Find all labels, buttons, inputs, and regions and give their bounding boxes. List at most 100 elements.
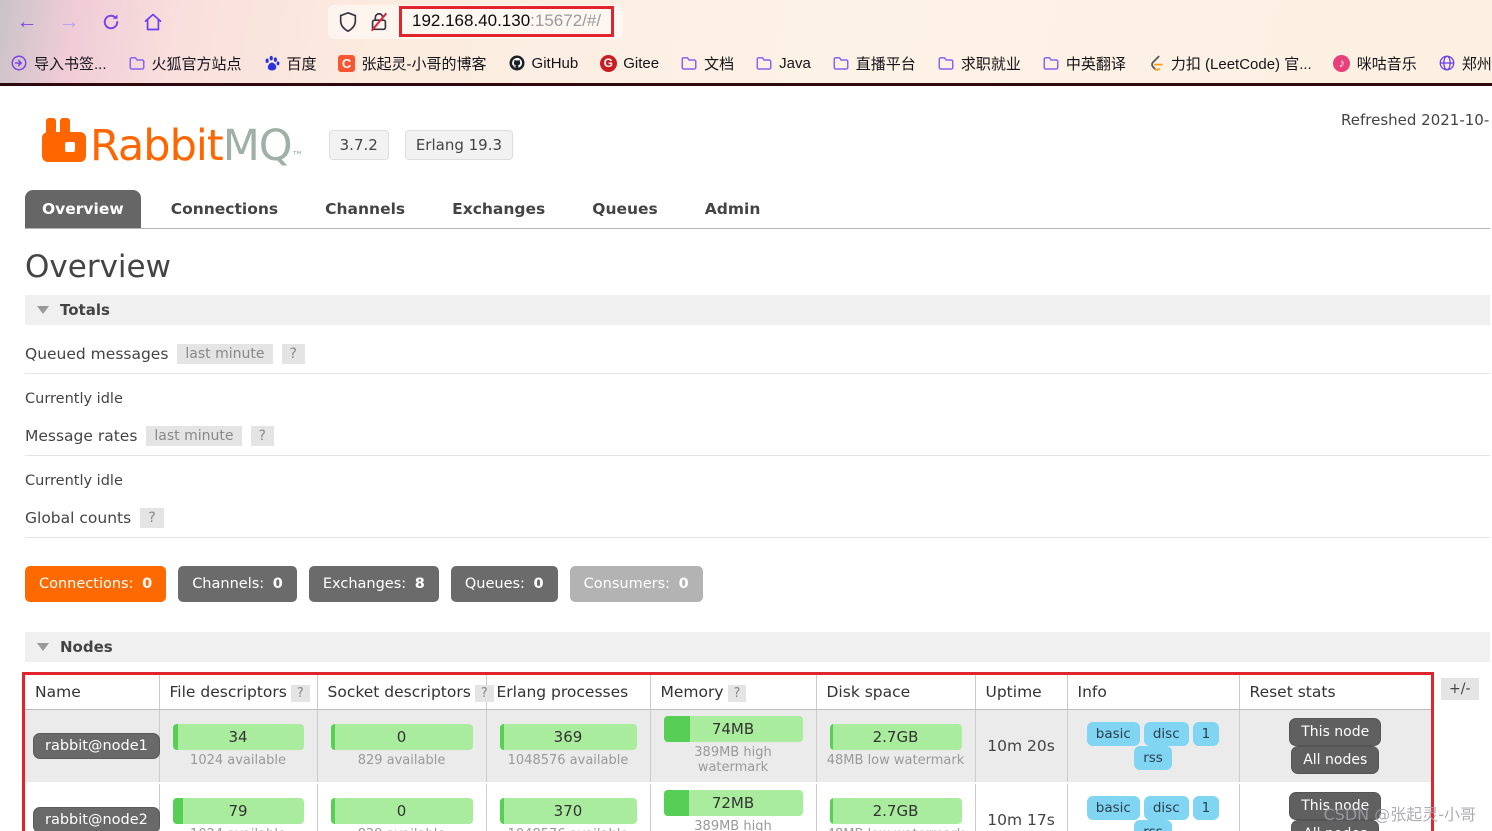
info-cell: basicdisc1 rss [1067, 709, 1240, 784]
rabbitmq-wordmark[interactable]: RabbitMQ™ [90, 125, 304, 168]
folder-icon [128, 54, 146, 72]
meter-value: 2.7GB [872, 801, 919, 820]
rabbitmq-logo-icon [42, 118, 86, 162]
collapse-triangle-icon [37, 306, 49, 314]
reload-icon[interactable] [96, 7, 126, 37]
bookmark-item[interactable]: 火狐官方站点 [128, 53, 242, 74]
socket-descriptors-meter: 0 [330, 797, 473, 824]
meter-subtext: 1024 available [168, 827, 309, 831]
bookmark-item[interactable]: 百度 [263, 53, 317, 74]
meter-subtext: 389MB high watermark [694, 745, 772, 775]
tab-connections[interactable]: Connections [154, 190, 295, 228]
reset-this-node-button[interactable]: This node [1289, 717, 1382, 746]
bookmark-item[interactable]: Java [755, 54, 811, 72]
url-annotation-box: 192.168.40.130:15672/#/ [399, 6, 615, 37]
global-counts-stats: Connections: 0 Channels: 0 Exchanges: 8 … [25, 566, 1492, 602]
help-icon[interactable]: ? [290, 685, 310, 702]
queued-rate-mode-badge[interactable]: last minute [177, 344, 273, 364]
meter-subtext: 389MB high watermark [694, 819, 772, 831]
node-name-pill[interactable]: rabbit@node2 [33, 806, 160, 831]
info-badge-disc[interactable]: disc [1143, 721, 1189, 746]
info-badge-1[interactable]: 1 [1192, 721, 1220, 746]
tab-admin[interactable]: Admin [688, 190, 778, 228]
socket-descriptors-cell: 0 829 available [317, 783, 487, 831]
help-icon[interactable]: ? [727, 685, 747, 702]
socket-descriptors-cell: 0 829 available [317, 709, 487, 784]
reset-all-nodes-button[interactable]: All nodes [1291, 745, 1380, 774]
tab-channels[interactable]: Channels [308, 190, 422, 228]
columns-plus-minus-button[interactable]: +/- [1441, 678, 1479, 700]
meter-value: 369 [553, 727, 583, 746]
folder-icon [1042, 54, 1060, 72]
info-badge-rss[interactable]: rss [1134, 745, 1172, 770]
rabbitmq-version-badge: 3.7.2 [328, 130, 389, 160]
bookmark-item[interactable]: 郑州升达经贸 [1438, 53, 1492, 74]
bookmark-item[interactable]: G Gitee [599, 54, 659, 72]
memory-cell: 74MB 389MB high watermark [650, 709, 817, 784]
rates-rate-mode-badge[interactable]: last minute [146, 426, 242, 446]
bookmark-item[interactable]: C 张起灵-小哥的博客 [338, 53, 487, 74]
meter-subtext: 1024 available [190, 752, 286, 768]
file-descriptors-meter: 34 [172, 723, 304, 750]
socket-descriptors-meter: 0 [330, 723, 473, 750]
tab-queues[interactable]: Queues [575, 190, 675, 228]
bookmark-item[interactable]: ♪ 咪咕音乐 [1333, 53, 1417, 74]
version-badges: 3.7.2 Erlang 19.3 [328, 130, 514, 160]
nodes-section-header[interactable]: Nodes [25, 632, 1490, 662]
global-counts-label: Global counts [25, 509, 132, 527]
node-name-cell: rabbit@node1 [25, 709, 160, 784]
queued-help-icon[interactable]: ? [281, 344, 305, 364]
info-badge-basic[interactable]: basic [1086, 795, 1140, 820]
import-bookmarks-icon [10, 54, 28, 72]
meter-subtext: 1048576 available [495, 827, 642, 831]
bookmark-label: 中英翻译 [1065, 55, 1126, 73]
help-icon[interactable]: ? [474, 685, 494, 702]
bookmark-item[interactable]: 力扣 (LeetCode) 官... [1147, 53, 1312, 74]
meter-subtext: 1048576 available [507, 752, 629, 768]
bookmark-label: 张起灵-小哥的博客 [361, 55, 487, 73]
meter-subtext: 48MB low watermark [825, 827, 967, 831]
info-badge-1[interactable]: 1 [1192, 795, 1220, 820]
forward-icon[interactable]: → [54, 7, 84, 37]
bookmark-item[interactable]: 文档 [680, 53, 734, 74]
csdn-icon: C [338, 54, 356, 72]
info-badge-basic[interactable]: basic [1086, 721, 1140, 746]
url-bar[interactable]: 192.168.40.130:15672/#/ [328, 4, 624, 39]
bookmark-item[interactable]: GitHub [508, 54, 579, 72]
file-descriptors-cell: 79 1024 available [159, 783, 318, 831]
info-badge-disc[interactable]: disc [1143, 795, 1189, 820]
bookmark-label: GitHub [531, 54, 579, 72]
back-icon[interactable]: ← [12, 7, 42, 37]
column-header-erlang-processes: Erlang processes [486, 675, 651, 710]
bookmark-item[interactable]: 求职就业 [937, 53, 1021, 74]
bookmark-label: 火狐官方站点 [151, 55, 242, 73]
meter-subtext: 829 available [326, 827, 478, 831]
rates-help-icon[interactable]: ? [250, 426, 274, 446]
column-header-info: Info [1067, 675, 1240, 710]
url-rest-text[interactable]: :15672/#/ [530, 11, 601, 31]
shield-icon[interactable] [337, 11, 359, 33]
queued-messages-row: Queued messages last minute ? [25, 344, 1490, 374]
home-icon[interactable] [138, 7, 168, 37]
info-badge-rss[interactable]: rss [1134, 819, 1172, 831]
insecure-lock-icon[interactable] [368, 11, 390, 33]
global-counts-help-icon[interactable]: ? [140, 508, 164, 528]
node-row: rabbit@node2 79 1024 available 0 829 availab… [25, 783, 1431, 831]
column-header-reset-stats: Reset stats [1239, 675, 1431, 710]
bookmark-item[interactable]: 中英翻译 [1042, 53, 1126, 74]
folder-icon [937, 54, 955, 72]
tab-exchanges[interactable]: Exchanges [435, 190, 562, 228]
bookmark-item[interactable]: 直播平台 [832, 53, 916, 74]
bookmark-label: 直播平台 [855, 55, 916, 73]
meter-value: 74MB [711, 720, 755, 738]
bookmark-item[interactable]: 导入书签... [10, 53, 107, 74]
disk-space-meter: 2.7GB [829, 797, 962, 824]
global-counts-row: Global counts ? [25, 508, 1490, 538]
url-host-text[interactable]: 192.168.40.130 [412, 11, 530, 31]
reset-stats-cell: This nodeAll nodes [1239, 709, 1431, 784]
node-name-pill[interactable]: rabbit@node1 [33, 732, 160, 759]
github-icon [508, 54, 526, 72]
tab-overview[interactable]: Overview [25, 190, 141, 228]
totals-section-header[interactable]: Totals [25, 295, 1490, 325]
browser-chrome: ← → 192.168.40.130:15672/#/ 导入书签... 火狐官… [0, 0, 1492, 86]
